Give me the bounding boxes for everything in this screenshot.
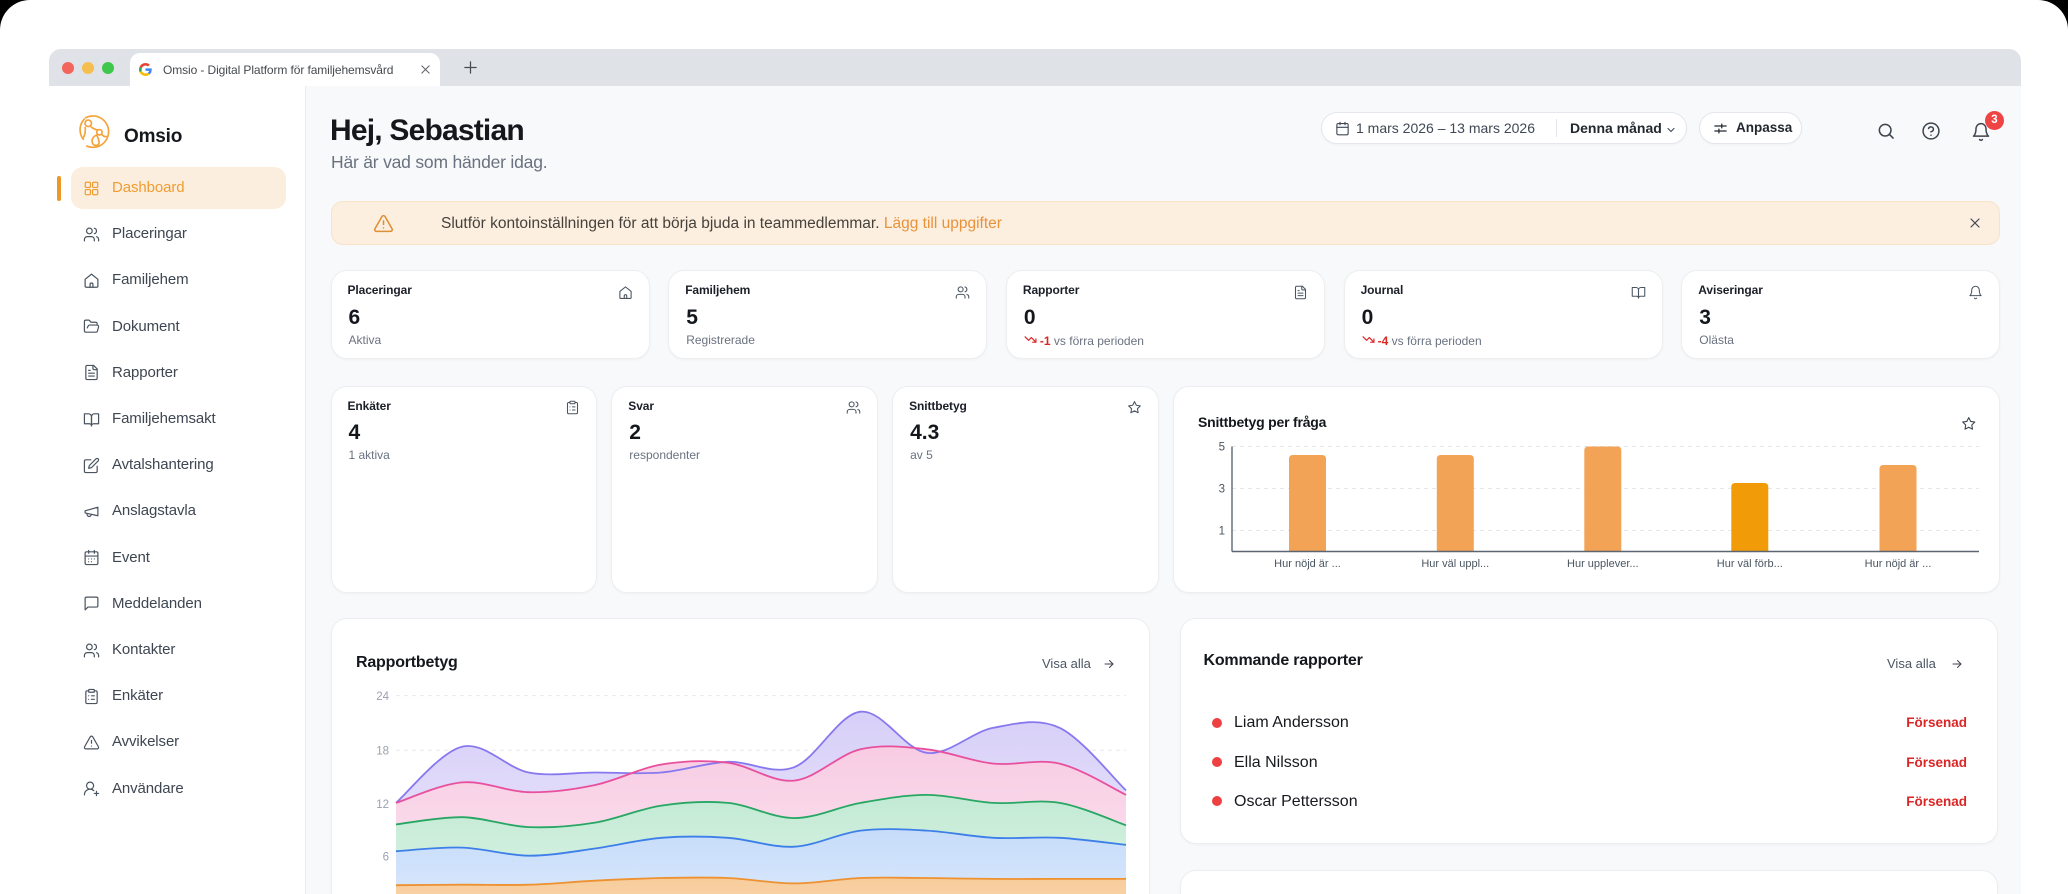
svg-text:Hur väl uppl...: Hur väl uppl... [1421,558,1489,570]
svg-text:Hur nöjd är ...: Hur nöjd är ... [1274,558,1341,570]
svg-text:3: 3 [1219,483,1225,495]
svg-text:12: 12 [376,799,389,811]
svg-text:Hur väl förb...: Hur väl förb... [1717,558,1783,570]
svg-text:6: 6 [383,852,389,864]
svg-text:Hur upplever...: Hur upplever... [1567,558,1639,570]
svg-text:24: 24 [376,691,389,703]
svg-text:18: 18 [376,746,389,758]
svg-text:Hur nöjd är ...: Hur nöjd är ... [1865,558,1932,570]
svg-text:5: 5 [1219,441,1225,453]
svg-text:1: 1 [1219,525,1225,537]
